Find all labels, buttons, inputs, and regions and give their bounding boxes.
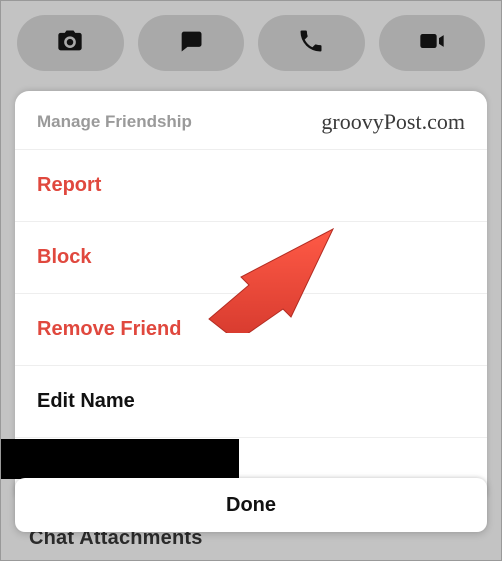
chat-icon	[177, 27, 205, 60]
camera-icon	[56, 27, 84, 60]
watermark-text: groovyPost.com	[321, 109, 465, 135]
menu-item-label: Report	[37, 174, 101, 196]
menu-item-label: Edit Name	[37, 390, 135, 412]
phone-icon	[297, 27, 325, 60]
video-button[interactable]	[379, 15, 486, 71]
chat-action-toolbar	[1, 1, 501, 89]
camera-button[interactable]	[17, 15, 124, 71]
video-icon	[418, 27, 446, 60]
menu-item-label: Remove Friend	[37, 318, 181, 340]
sheet-header: Manage Friendship groovyPost.com	[15, 91, 487, 149]
menu-item-edit-name[interactable]: Edit Name	[15, 365, 487, 437]
menu-item-remove-friend[interactable]: Remove Friend	[15, 293, 487, 365]
done-label: Done	[226, 494, 276, 517]
manage-friendship-sheet: Manage Friendship groovyPost.com Report …	[15, 91, 487, 497]
menu-item-label: Block	[37, 246, 91, 268]
chat-button[interactable]	[138, 15, 245, 71]
phone-button[interactable]	[258, 15, 365, 71]
menu-item-block[interactable]: Block	[15, 221, 487, 293]
sheet-title: Manage Friendship	[37, 112, 192, 132]
done-button[interactable]: Done	[15, 478, 487, 532]
menu-item-report[interactable]: Report	[15, 149, 487, 221]
redaction-block	[1, 439, 239, 479]
